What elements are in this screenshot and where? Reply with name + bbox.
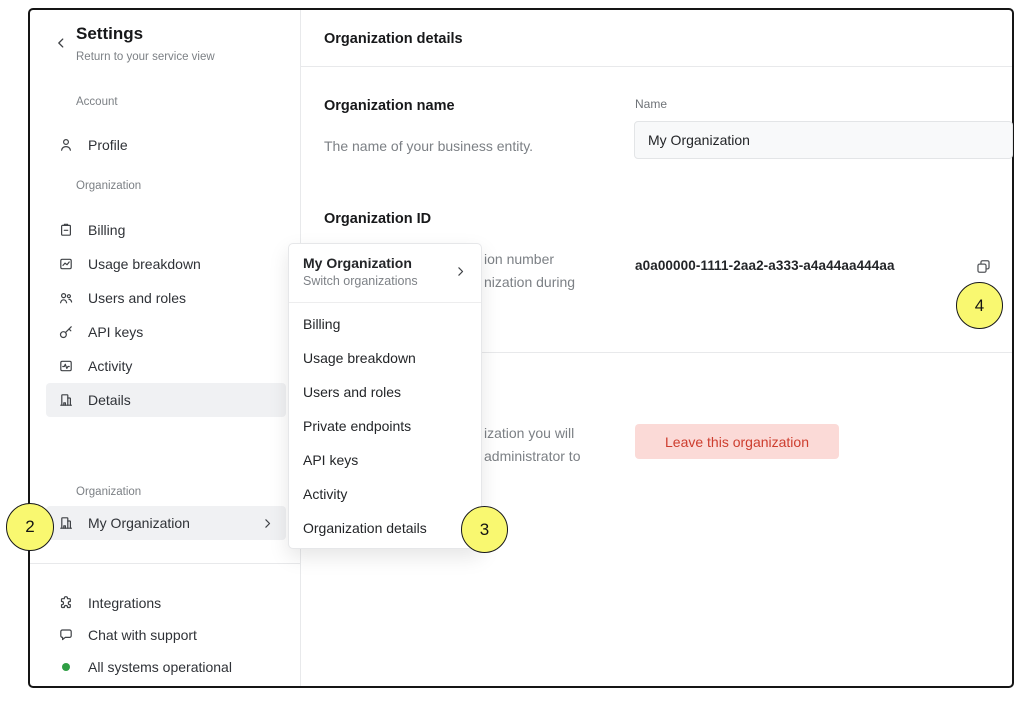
sidebar-item-my-organization[interactable]: My Organization <box>46 506 286 540</box>
sidebar-item-label: Integrations <box>88 595 161 611</box>
name-field-label: Name <box>635 97 667 111</box>
dropdown-item-organization-details[interactable]: Organization details <box>289 511 481 545</box>
sidebar-item-label: Details <box>88 392 131 408</box>
organization-id-value: a0a00000-1111-2aa2-a333-a4a44aa444aa <box>635 258 895 273</box>
callout-badge-4: 4 <box>956 282 1003 329</box>
dropdown-item-users-and-roles[interactable]: Users and roles <box>289 375 481 409</box>
sidebar-item-label: Users and roles <box>88 290 186 306</box>
dropdown-item-api-keys[interactable]: API keys <box>289 443 481 477</box>
organization-section-label: Organization <box>76 180 141 192</box>
dropdown-item-activity[interactable]: Activity <box>289 477 481 511</box>
sidebar-item-api-keys[interactable]: API keys <box>46 315 286 349</box>
leave-description-fragment-2: administrator to <box>484 448 580 464</box>
sidebar-item-users-and-roles[interactable]: Users and roles <box>46 281 286 315</box>
sidebar-item-label: Usage breakdown <box>88 256 201 272</box>
organization-name-input[interactable] <box>634 121 1013 159</box>
user-icon <box>58 137 74 153</box>
sidebar-item-system-status[interactable]: All systems operational <box>46 652 286 682</box>
leave-description-fragment-1: ization you will <box>484 425 574 441</box>
status-dot-icon <box>62 663 70 671</box>
header-divider <box>301 66 1012 67</box>
sidebar-item-label: My Organization <box>88 515 190 531</box>
app-window: Settings Return to your service view Acc… <box>28 8 1014 688</box>
back-button[interactable] <box>52 34 70 52</box>
dropdown-item-usage-breakdown[interactable]: Usage breakdown <box>289 341 481 375</box>
organization-section-label-2: Organization <box>76 486 141 498</box>
sidebar-item-billing[interactable]: Billing <box>46 213 286 247</box>
sidebar-item-chat-support[interactable]: Chat with support <box>46 620 286 650</box>
sidebar-item-profile[interactable]: Profile <box>46 128 286 162</box>
org-id-heading: Organization ID <box>324 211 431 227</box>
sidebar-item-integrations[interactable]: Integrations <box>46 588 286 618</box>
copy-button[interactable] <box>972 255 994 277</box>
dropdown-org-switcher[interactable]: My Organization Switch organizations <box>289 244 481 302</box>
page-title: Organization details <box>324 31 463 47</box>
sidebar-item-label: API keys <box>88 324 143 340</box>
billing-icon <box>58 222 74 238</box>
org-id-description-fragment-2: nization during <box>484 274 575 290</box>
settings-subtitle[interactable]: Return to your service view <box>76 51 215 63</box>
dropdown-item-billing[interactable]: Billing <box>289 307 481 341</box>
org-name-description: The name of your business entity. <box>324 138 533 154</box>
dropdown-org-name: My Organization <box>303 255 467 271</box>
puzzle-icon <box>58 595 74 611</box>
sidebar-item-label: Billing <box>88 222 125 238</box>
sidebar-item-label: Profile <box>88 137 128 153</box>
settings-title: Settings <box>76 24 143 44</box>
sidebar-item-label: Activity <box>88 358 132 374</box>
copy-icon <box>975 258 992 275</box>
callout-badge-2: 2 <box>6 503 54 551</box>
activity-icon <box>58 358 74 374</box>
sidebar-item-label: All systems operational <box>88 659 232 675</box>
users-icon <box>58 290 74 306</box>
sidebar-item-usage-breakdown[interactable]: Usage breakdown <box>46 247 286 281</box>
organization-dropdown-menu: My Organization Switch organizations Bil… <box>288 243 482 549</box>
sidebar-item-activity[interactable]: Activity <box>46 349 286 383</box>
sidebar-item-details[interactable]: Details <box>46 383 286 417</box>
usage-chart-icon <box>58 256 74 272</box>
sidebar-separator <box>30 563 300 564</box>
chevron-right-icon <box>454 265 467 278</box>
org-name-heading: Organization name <box>324 98 455 114</box>
callout-badge-3: 3 <box>461 506 508 553</box>
account-section-label: Account <box>76 96 118 108</box>
sidebar-item-label: Chat with support <box>88 627 197 643</box>
dropdown-item-list: Billing Usage breakdown Users and roles … <box>289 303 481 545</box>
building-icon <box>58 392 74 408</box>
leave-organization-button[interactable]: Leave this organization <box>635 424 839 459</box>
dropdown-item-private-endpoints[interactable]: Private endpoints <box>289 409 481 443</box>
chevron-left-icon <box>54 36 68 50</box>
dropdown-org-subtitle: Switch organizations <box>303 274 467 288</box>
key-icon <box>58 324 74 340</box>
building-icon <box>58 515 74 531</box>
org-id-description-fragment-1: ion number <box>484 251 554 267</box>
chevron-right-icon <box>261 517 274 530</box>
chat-bubble-icon <box>58 627 74 643</box>
